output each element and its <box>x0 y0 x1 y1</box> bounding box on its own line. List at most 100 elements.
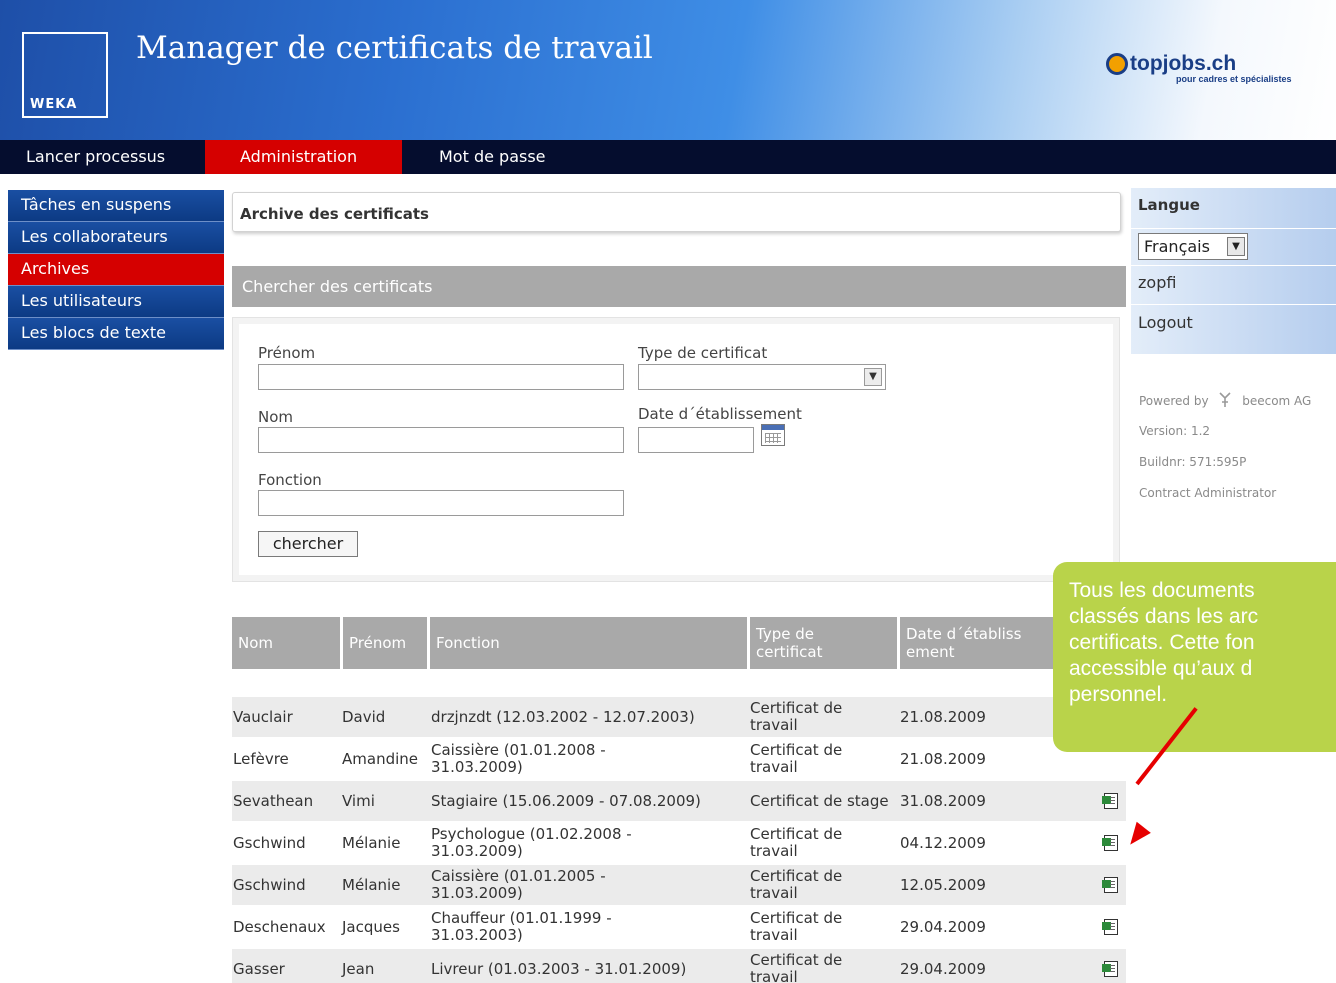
cell-nom: Sevathean <box>233 791 314 810</box>
issue-date-label: Date d´établissement <box>638 405 802 423</box>
nav-lancer-processus[interactable]: Lancer processus <box>0 140 205 174</box>
cell-nom: Gschwind <box>233 875 306 894</box>
nav-mot-de-passe[interactable]: Mot de passe <box>402 140 602 174</box>
powered-by-company: beecom AG <box>1242 394 1312 408</box>
cell-date: 31.08.2009 <box>900 791 986 810</box>
document-icon[interactable] <box>1102 793 1118 809</box>
sidebar-item-collaborateurs[interactable]: Les collaborateurs <box>8 222 224 254</box>
document-icon[interactable] <box>1102 877 1118 893</box>
right-panel: Langue Français ▼ zopfi Logout <box>1131 188 1336 355</box>
callout-line: certificats. Cette fon <box>1069 631 1255 654</box>
document-icon[interactable] <box>1102 835 1118 851</box>
role-label: Contract Administrator <box>1139 486 1277 500</box>
nav-administration[interactable]: Administration <box>205 140 402 174</box>
cell-date: 12.05.2009 <box>900 875 986 894</box>
language-select-value: Français <box>1144 237 1210 256</box>
topjobs-tagline: pour cadres et spécialistes <box>1176 74 1292 84</box>
app-title: Manager de certificats de travail <box>136 30 653 66</box>
tooltip-callout: Tous les documents classés dans les arc … <box>1053 562 1336 752</box>
cell-date: 21.08.2009 <box>900 707 986 726</box>
cell-date: 29.04.2009 <box>900 959 986 978</box>
search-form: Prénom Nom Fonction Type de certificat ▼… <box>232 317 1120 582</box>
cell-type: Certificat de travail <box>750 951 843 983</box>
callout-line: classés dans les arc <box>1069 605 1259 628</box>
table-row[interactable]: Gschwind Mélanie Caissière (01.01.2005 -… <box>232 865 1126 905</box>
table-row[interactable]: Sevathean Vimi Stagiaire (15.06.2009 - 0… <box>232 781 1126 821</box>
callout-line: personnel. <box>1069 683 1168 706</box>
table-row[interactable]: Gschwind Mélanie Psychologue (01.02.2008… <box>232 823 1126 863</box>
cell-nom: Gasser <box>233 959 285 978</box>
chevron-down-icon[interactable]: ▼ <box>864 368 882 386</box>
logout-link[interactable]: Logout <box>1131 305 1336 355</box>
firstname-input[interactable] <box>258 364 624 390</box>
cell-fonction: Caissière (01.01.2005 - 31.03.2009) <box>431 867 606 902</box>
table-row[interactable]: Gasser Jean Livreur (01.03.2003 - 31.01.… <box>232 949 1126 983</box>
column-header-fonction[interactable]: Fonction <box>430 617 748 669</box>
topjobs-logo[interactable]: topjobs.ch pour cadres et spécialistes <box>1106 52 1306 84</box>
cell-fonction: Stagiaire (15.06.2009 - 07.08.2009) <box>431 791 701 810</box>
cell-type: Certificat de travail <box>750 825 843 860</box>
document-icon[interactable] <box>1102 919 1118 935</box>
sidebar-item-archives[interactable]: Archives <box>8 254 224 286</box>
cell-date: 21.08.2009 <box>900 749 986 768</box>
topjobs-logo-text: topjobs.ch <box>1130 52 1237 75</box>
search-button[interactable]: chercher <box>258 531 358 557</box>
language-select[interactable]: Français ▼ <box>1138 233 1248 260</box>
cell-nom: Deschenaux <box>233 917 326 936</box>
cell-type: Certificat de travail <box>750 699 843 734</box>
cell-fonction: Chauffeur (01.01.1999 - 31.03.2003) <box>431 909 612 944</box>
language-title: Langue <box>1131 188 1336 229</box>
page-title: Archive des certificats <box>232 192 1121 232</box>
issue-date-input[interactable] <box>638 427 754 453</box>
cell-prenom: Mélanie <box>342 875 401 894</box>
cell-fonction: Psychologue (01.02.2008 - 31.03.2009) <box>431 825 632 860</box>
cell-fonction: drzjnzdt (12.03.2002 - 12.07.2003) <box>431 707 695 726</box>
sidebar-item-blocs-de-texte[interactable]: Les blocs de texte <box>8 318 224 350</box>
function-input[interactable] <box>258 490 624 516</box>
firstname-label: Prénom <box>258 344 316 362</box>
cell-date: 29.04.2009 <box>900 917 986 936</box>
callout-line: Tous les documents <box>1069 579 1255 602</box>
cell-type: Certificat de travail <box>750 909 843 944</box>
column-header-nom[interactable]: Nom <box>232 617 342 669</box>
document-icon[interactable] <box>1102 961 1118 977</box>
powered-by-label: Powered by <box>1139 394 1209 408</box>
topjobs-logo-icon <box>1106 53 1128 75</box>
results-table-header: Nom Prénom Fonction Type de certificat D… <box>232 617 1126 669</box>
column-header-date[interactable]: Date d´établissement <box>900 617 1024 669</box>
callout-line: accessible qu’aux d <box>1069 657 1253 680</box>
table-row[interactable]: Deschenaux Jacques Chauffeur (01.01.1999… <box>232 907 1126 947</box>
chevron-down-icon[interactable]: ▼ <box>1227 237 1245 256</box>
language-row: Français ▼ <box>1131 229 1336 266</box>
cell-prenom: Jacques <box>342 917 400 936</box>
powered-by: Powered by beecom AG <box>1139 392 1311 408</box>
top-navigation: Lancer processus Administration Mot de p… <box>0 140 1336 174</box>
function-label: Fonction <box>258 471 322 489</box>
table-row[interactable]: Vauclair David drzjnzdt (12.03.2002 - 12… <box>232 697 1126 737</box>
cell-prenom: David <box>342 707 386 726</box>
cell-type: Certificat de travail <box>750 741 843 776</box>
sidebar-item-utilisateurs[interactable]: Les utilisateurs <box>8 286 224 318</box>
callout-arrow-head-icon <box>1123 821 1151 851</box>
build-label: Buildnr: 571:595P <box>1139 455 1247 469</box>
certificate-type-select[interactable]: ▼ <box>638 364 886 390</box>
calendar-icon[interactable] <box>761 424 785 446</box>
cell-type: Certificat de travail <box>750 867 843 902</box>
cell-nom: Vauclair <box>233 707 293 726</box>
version-label: Version: 1.2 <box>1139 424 1211 438</box>
username-label: zopfi <box>1131 266 1336 305</box>
column-header-type[interactable]: Type de certificat <box>750 617 870 669</box>
cell-prenom: Vimi <box>342 791 375 810</box>
cell-nom: Gschwind <box>233 833 306 852</box>
app-header: WEKA Manager de certificats de travail t… <box>0 0 1336 140</box>
cell-nom: Lefèvre <box>233 749 289 768</box>
lastname-input[interactable] <box>258 427 624 453</box>
search-section-header: Chercher des certificats <box>232 266 1126 307</box>
cell-prenom: Jean <box>342 959 375 978</box>
cell-fonction: Caissière (01.01.2008 - 31.03.2009) <box>431 741 606 776</box>
table-row[interactable]: Lefèvre Amandine Caissière (01.01.2008 -… <box>232 739 1126 779</box>
column-header-prenom[interactable]: Prénom <box>343 617 429 669</box>
sidebar-item-taches[interactable]: Tâches en suspens <box>8 190 224 222</box>
lastname-label: Nom <box>258 408 294 426</box>
weka-logo-text: WEKA <box>30 97 78 112</box>
